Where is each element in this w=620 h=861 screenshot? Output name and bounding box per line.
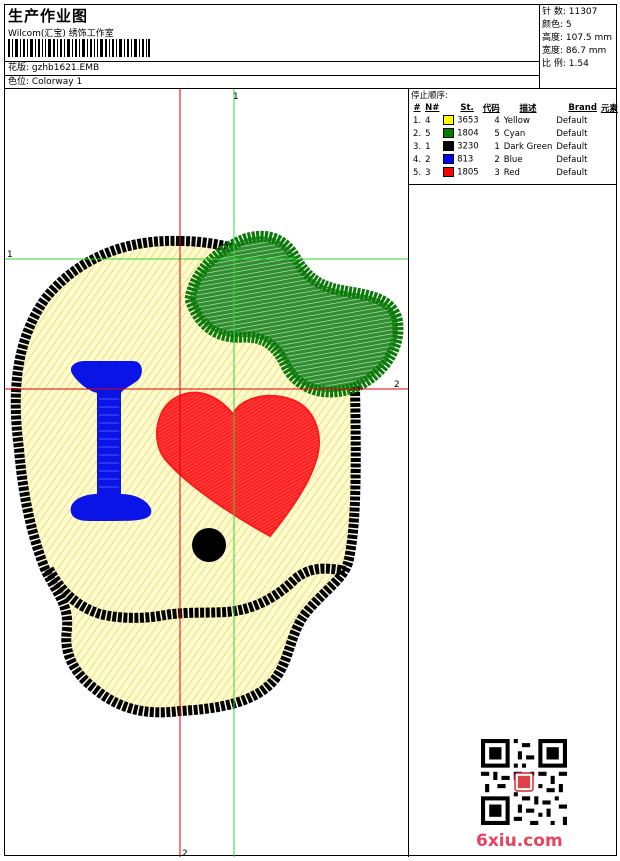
stop-sequence-row: 3. 1 3230 1 Dark Green Default bbox=[411, 140, 620, 153]
design-scale: 比 例: 1.54 bbox=[542, 59, 589, 69]
row-desc: Yellow bbox=[503, 115, 530, 126]
row-code: 1 bbox=[494, 141, 500, 152]
row-element bbox=[599, 166, 620, 179]
row-desc: Blue bbox=[503, 154, 523, 165]
stitch-count-value: 1805 bbox=[454, 167, 479, 178]
row-brand: Default bbox=[556, 128, 588, 139]
design-height: 高度: 107.5 mm bbox=[542, 33, 613, 43]
barcode bbox=[8, 39, 150, 57]
row-stitches: 1804 bbox=[441, 127, 480, 140]
row-stitches: 813 bbox=[441, 153, 480, 166]
col-index: # bbox=[413, 102, 421, 113]
design-file: 花版: gzhb1621.EMB bbox=[5, 61, 540, 75]
row-desc: Cyan bbox=[503, 128, 526, 139]
header-panel: 生产作业图 Wilcom(汇宝) 绣饰工作室 花版: gzhb1621.EMB … bbox=[5, 5, 540, 89]
nose-dot bbox=[192, 528, 226, 562]
company-name: Wilcom(汇宝) 绣饰工作室 bbox=[8, 29, 114, 39]
stop-sequence-row: 5. 3 1805 3 Red Default bbox=[411, 166, 620, 179]
row-code: 5 bbox=[494, 128, 500, 139]
site-watermark: 6xiu.com bbox=[476, 831, 563, 851]
row-brand: Default bbox=[556, 115, 588, 126]
color-swatch bbox=[443, 154, 455, 165]
row-index: 3. bbox=[413, 141, 422, 152]
stitch-count-value: 3653 bbox=[454, 115, 479, 126]
stop-sequence-row: 2. 5 1804 5 Cyan Default bbox=[411, 127, 620, 140]
row-code: 3 bbox=[494, 167, 500, 178]
color-swatch bbox=[443, 115, 455, 126]
row-stitches: 3653 bbox=[441, 114, 480, 127]
col-desc: 描述 bbox=[519, 103, 537, 114]
page-title: 生产作业图 bbox=[8, 7, 89, 25]
stitch-count-value: 3230 bbox=[454, 141, 479, 152]
stop-sequence-title: 停止顺序: bbox=[411, 91, 448, 101]
stop-sequence-header: # N# St. 代码 描述 Brand 元素 bbox=[411, 101, 620, 114]
row-code: 4 bbox=[494, 115, 500, 126]
col-brand: Brand bbox=[568, 102, 597, 113]
row-element bbox=[599, 127, 620, 140]
col-needle: N# bbox=[425, 102, 440, 113]
row-code: 2 bbox=[494, 154, 500, 165]
guide-label-h1: 1 bbox=[7, 250, 13, 260]
row-needle: 5 bbox=[425, 128, 431, 139]
col-code: 代码 bbox=[482, 103, 500, 114]
row-element bbox=[599, 114, 620, 127]
stitch-count: 针 数: 11307 bbox=[542, 7, 598, 17]
row-index: 4. bbox=[413, 154, 422, 165]
stats-panel: 针 数: 11307 颜色: 5 高度: 107.5 mm 宽度: 86.7 m… bbox=[540, 5, 616, 89]
row-brand: Default bbox=[556, 167, 588, 178]
design-width: 宽度: 86.7 mm bbox=[542, 46, 607, 56]
row-desc: Red bbox=[503, 167, 520, 178]
row-index: 1. bbox=[413, 115, 422, 126]
row-index: 5. bbox=[413, 167, 422, 178]
stop-sequence-row: 4. 2 813 2 Blue Default bbox=[411, 153, 620, 166]
stop-sequence-row: 1. 4 3653 4 Yellow Default bbox=[411, 114, 620, 127]
guide-label-h2: 2 bbox=[394, 380, 400, 390]
row-needle: 1 bbox=[425, 141, 431, 152]
color-swatch bbox=[443, 167, 455, 178]
row-needle: 4 bbox=[425, 115, 431, 126]
stop-sequence-panel: 停止顺序: # N# St. 代码 描述 Brand 元素 1. 4 3653 4 Y… bbox=[409, 89, 618, 185]
col-element: 元素 bbox=[600, 103, 618, 114]
design-canvas: 1 2 1 2 bbox=[5, 89, 409, 859]
embroidery-preview: 1 2 1 2 bbox=[5, 89, 408, 859]
guide-label-v1: 1 bbox=[233, 92, 239, 102]
row-needle: 2 bbox=[425, 154, 431, 165]
row-element bbox=[599, 140, 620, 153]
color-swatch bbox=[443, 141, 455, 152]
row-stitches: 1805 bbox=[441, 166, 480, 179]
row-brand: Default bbox=[556, 141, 588, 152]
guide-label-v2: 2 bbox=[182, 849, 188, 857]
col-stitches: St. bbox=[460, 102, 474, 113]
production-sheet: 生产作业图 Wilcom(汇宝) 绣饰工作室 花版: gzhb1621.EMB … bbox=[4, 4, 618, 859]
color-count: 颜色: 5 bbox=[542, 20, 572, 30]
stitch-count-value: 1804 bbox=[454, 128, 479, 139]
color-swatch bbox=[443, 128, 455, 139]
qr-code bbox=[481, 739, 567, 825]
stop-sequence-table: # N# St. 代码 描述 Brand 元素 1. 4 3653 4 Yellow D… bbox=[411, 101, 620, 179]
row-needle: 3 bbox=[425, 167, 431, 178]
row-stitches: 3230 bbox=[441, 140, 480, 153]
colorway: 色位: Colorway 1 bbox=[5, 75, 540, 89]
row-desc: Dark Green bbox=[503, 141, 553, 152]
row-index: 2. bbox=[413, 128, 422, 139]
row-brand: Default bbox=[556, 154, 588, 165]
stitch-count-value: 813 bbox=[454, 154, 474, 165]
row-element bbox=[599, 153, 620, 166]
